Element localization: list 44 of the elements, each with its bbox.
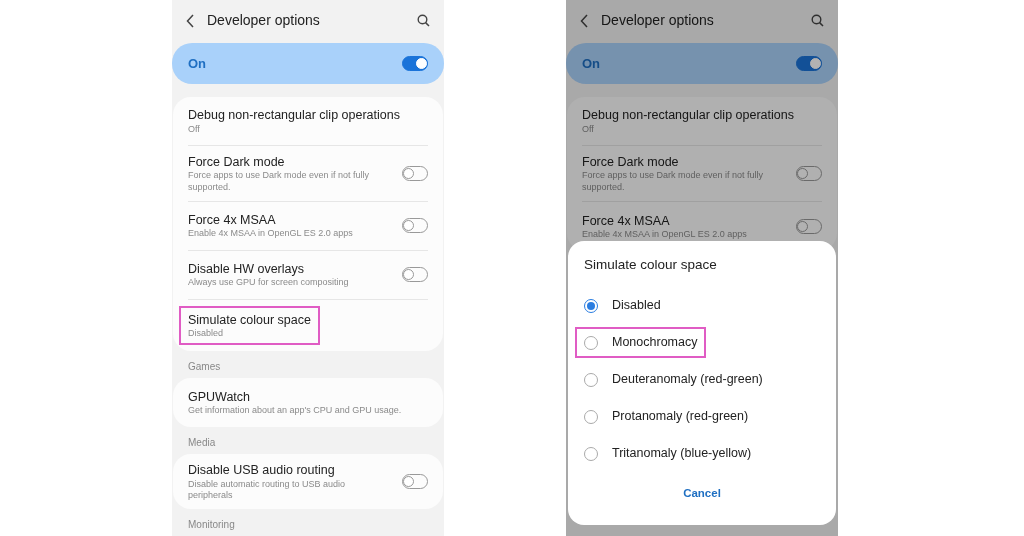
item-title: Force Dark mode bbox=[188, 154, 286, 171]
item-title: Disable HW overlays bbox=[188, 261, 305, 278]
item-title: GPUWatch bbox=[188, 389, 252, 406]
settings-item[interactable]: Debug non-rectangular clip operations Off bbox=[582, 97, 822, 146]
settings-item[interactable]: Force 4x MSAA Enable 4x MSAA in OpenGL ES 2.0 apps bbox=[188, 201, 428, 251]
switch-label: On bbox=[188, 54, 207, 73]
item-subtitle: Get information about an app's CPU and GPU usage. bbox=[188, 405, 403, 417]
dialog-title: Simulate colour space bbox=[584, 256, 718, 274]
item-title: Debug non-rectangular clip operations bbox=[188, 107, 401, 124]
option-label[interactable]: Monochromacy bbox=[612, 333, 698, 353]
settings-item[interactable]: GPUWatch Get information about an app's CPU and GPU usage. bbox=[188, 378, 428, 428]
section-heading: Media bbox=[187, 436, 217, 451]
item-title: Force 4x MSAA bbox=[582, 212, 671, 229]
item-title: Disable USB audio routing bbox=[188, 462, 336, 479]
screen-title: Developer options bbox=[601, 10, 715, 30]
item-subtitle: Disable automatic routing to USB audio peripherals bbox=[188, 478, 347, 501]
option-label[interactable]: Tritanomaly (blue-yellow) bbox=[612, 444, 752, 464]
item-subtitle: Always use GPU for screen compositing bbox=[188, 277, 350, 289]
option-label[interactable]: Deuteranomaly (red-green) bbox=[612, 370, 763, 390]
switch-label: On bbox=[582, 54, 601, 73]
settings-item[interactable]: Disable HW overlays Always use GPU for screen compositing bbox=[188, 250, 428, 300]
screen-title: Developer options bbox=[207, 10, 321, 30]
item-subtitle: Enable 4x MSAA in OpenGL ES 2.0 apps bbox=[188, 228, 354, 240]
item-title: Force Dark mode bbox=[582, 154, 680, 171]
settings-item[interactable]: Force Dark mode Force apps to use Dark mode even if not fully supported. bbox=[188, 146, 428, 202]
item-subtitle: Off bbox=[582, 123, 595, 135]
option-label[interactable]: Disabled bbox=[612, 296, 661, 316]
settings-item[interactable]: Simulate colour space Disabled bbox=[179, 299, 428, 352]
settings-item[interactable]: Debug non-rectangular clip operations Off bbox=[188, 97, 428, 146]
section-heading: Monitoring bbox=[187, 518, 236, 532]
cancel-button[interactable]: Cancel bbox=[677, 484, 727, 504]
toggle-switch[interactable] bbox=[402, 56, 428, 71]
option-label[interactable]: Protanomaly (red-green) bbox=[612, 407, 749, 427]
item-title: Debug non-rectangular clip operations bbox=[582, 107, 795, 124]
settings-item[interactable]: Disable USB audio routing Disable automatic routing to USB audio peripherals bbox=[188, 454, 428, 509]
section-heading: Games bbox=[187, 360, 222, 375]
item-subtitle: Disabled bbox=[188, 328, 225, 340]
item-subtitle: Force apps to use Dark mode even if not fully supported. bbox=[582, 170, 765, 193]
item-subtitle: Off bbox=[188, 123, 201, 135]
settings-item[interactable]: Force Dark mode Force apps to use Dark mode even if not fully supported. bbox=[582, 146, 822, 202]
item-title: Simulate colour space bbox=[188, 311, 311, 328]
item-subtitle: Force apps to use Dark mode even if not fully supported. bbox=[188, 170, 371, 193]
item-title: Force 4x MSAA bbox=[188, 212, 277, 229]
toggle-switch[interactable] bbox=[796, 56, 822, 71]
